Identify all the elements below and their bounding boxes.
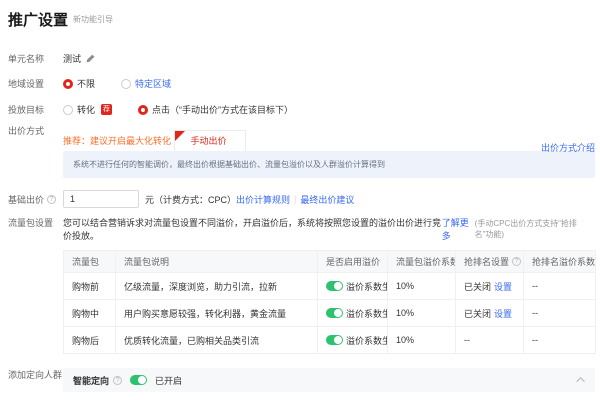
cell-coefficient: 10% — [388, 327, 456, 354]
cell-package-name: 购物前 — [64, 273, 116, 300]
rank-setting-link[interactable]: 设置 — [494, 280, 512, 293]
base-bid-label: 基础出价 — [8, 193, 44, 206]
final-bid-suggest-link[interactable]: 最终出价建议 — [300, 193, 354, 206]
smart-targeting-label: 智能定向 — [73, 374, 109, 387]
learn-more-link[interactable]: 了解更多 — [442, 216, 475, 242]
cell-package-name: 购物中 — [64, 300, 116, 327]
radio-label: 不限 — [77, 77, 95, 90]
edit-icon[interactable] — [86, 54, 95, 63]
info-icon[interactable]: ? — [113, 376, 122, 385]
smart-targeting-panel: 智能定向 ? 已开启 — [63, 368, 595, 392]
premium-toggle[interactable] — [326, 335, 343, 345]
smart-targeting-toggle[interactable] — [130, 375, 147, 385]
radio-label: 点击（“手动出价”方式在该目标下） — [152, 103, 293, 116]
header-rank-setting: 抢排名设置 — [464, 255, 509, 268]
header-description: 流量包说明 — [116, 251, 318, 273]
table-row: 购物后 优质转化流量，已购相关品类引流 溢价系数生效中 10% -- -- — [64, 327, 596, 354]
bid-unit-text: 元（计费方式：CPC） — [145, 193, 236, 206]
cell-coefficient: 10% — [388, 300, 456, 327]
bid-notice-text: 系统不进行任何的智能调价，最终出价根据基础出价、流量包溢价以及人群溢价计算得到 — [73, 160, 385, 169]
traffic-package-row: 流量包设置 您可以结合营销诉求对流量包设置不同溢价，开启溢价后，系统将按照您设置… — [8, 216, 595, 354]
cell-package-name: 购物后 — [64, 327, 116, 354]
region-option-specific[interactable]: 特定区域 — [121, 77, 171, 90]
radio-label: 转化 — [77, 103, 95, 116]
radio-unchecked-icon — [63, 105, 73, 115]
radio-checked-icon — [138, 105, 148, 115]
bid-method-label: 出价方式 — [8, 124, 63, 137]
cell-package-desc: 优质转化流量，已购相关品类引流 — [116, 327, 318, 354]
link-divider: | — [294, 194, 296, 204]
target-option-click[interactable]: 点击（“手动出价”方式在该目标下） — [138, 103, 293, 116]
premium-status-text: 溢价系数生效中 — [346, 334, 388, 347]
cell-package-desc: 亿级流量，深度浏览，助力引流，拉新 — [116, 273, 318, 300]
rank-setting-link[interactable]: 设置 — [494, 307, 512, 320]
manual-bid-tab[interactable]: 手动出价 — [174, 130, 246, 151]
region-label: 地域设置 — [8, 77, 63, 90]
unit-name-value: 测试 — [63, 52, 81, 65]
table-row: 购物前 亿级流量，深度浏览，助力引流，拉新 溢价系数生效中 10% 已关闭设置 … — [64, 273, 596, 300]
base-bid-input[interactable] — [63, 190, 139, 208]
unit-name-row: 单元名称 测试 — [8, 52, 595, 65]
target-label: 投放目标 — [8, 103, 63, 116]
page-title: 推广设置 — [8, 9, 68, 30]
smart-targeting-status: 已开启 — [155, 374, 182, 387]
rank-setting-status: -- — [464, 335, 470, 345]
selected-corner-flag-icon — [175, 131, 185, 141]
unit-name-label: 单元名称 — [8, 52, 63, 65]
audience-row: 添加定向人群 智能定向 ? 已开启 — [8, 368, 595, 392]
cell-coefficient: 10% — [388, 273, 456, 300]
info-icon[interactable]: ? — [47, 195, 56, 204]
header-premium-enabled: 是否启用溢价 — [318, 251, 388, 273]
info-icon[interactable]: ? — [512, 257, 521, 266]
bid-notice-banner: 系统不进行任何的智能调价，最终出价根据基础出价、流量包溢价以及人群溢价计算得到 — [63, 151, 595, 178]
manual-cpc-note: (手动CPC出价方式支持“抢排名”功能) — [475, 218, 595, 240]
premium-toggle[interactable] — [326, 281, 343, 291]
radio-label: 特定区域 — [135, 77, 171, 90]
premium-status-text: 溢价系数生效中 — [346, 307, 388, 320]
traffic-package-label: 流量包设置 — [8, 216, 63, 229]
manual-bid-tab-label: 手动出价 — [191, 136, 227, 146]
cell-rank-coefficient: -- — [524, 273, 596, 300]
radio-checked-icon — [63, 79, 73, 89]
header-coefficient: 流量包溢价系数 — [388, 251, 456, 273]
premium-status-text: 溢价系数生效中 — [346, 280, 388, 293]
cell-rank-coefficient: -- — [524, 300, 596, 327]
cell-rank-coefficient: -- — [524, 327, 596, 354]
cell-package-desc: 用户购买意愿较强，转化利器，黄金流量 — [116, 300, 318, 327]
premium-toggle[interactable] — [326, 308, 343, 318]
base-bid-row: 基础出价 ? 元（计费方式：CPC） 出价计算规则 | 最终出价建议 — [8, 190, 595, 208]
bid-method-row: 出价方式 推荐：建议开启最大化转化 出价方式介绍 手动出价 系统不进行任何的智能… — [8, 124, 595, 178]
bid-method-intro-link[interactable]: 出价方式介绍 — [541, 141, 595, 154]
bid-rule-link[interactable]: 出价计算规则 — [236, 193, 290, 206]
maximize-conversion-link[interactable]: 推荐：建议开启最大化转化 — [63, 136, 171, 146]
collapse-chevron-icon[interactable] — [576, 377, 584, 385]
radio-unchecked-icon — [121, 79, 131, 89]
table-header-row: 流量包 流量包说明 是否启用溢价 流量包溢价系数 抢排名设置? 抢排名溢价系数? — [64, 251, 596, 273]
recommend-badge: 荐 — [101, 104, 112, 115]
region-row: 地域设置 不限 特定区域 — [8, 77, 595, 90]
header-package: 流量包 — [64, 251, 116, 273]
new-feature-guide-link[interactable]: 新功能引导 — [73, 14, 113, 25]
table-row: 购物中 用户购买意愿较强，转化利器，黄金流量 溢价系数生效中 10% 已关闭设置… — [64, 300, 596, 327]
promotion-settings-page: 推广设置 新功能引导 单元名称 测试 地域设置 不限 特定区域 投放目标 — [0, 0, 600, 400]
traffic-package-description: 您可以结合营销诉求对流量包设置不同溢价，开启溢价后，系统将按照您设置的溢价出价进… — [63, 216, 442, 242]
region-option-unlimited[interactable]: 不限 — [63, 77, 95, 90]
target-row: 投放目标 转化 荐 点击（“手动出价”方式在该目标下） — [8, 103, 595, 116]
traffic-package-table: 流量包 流量包说明 是否启用溢价 流量包溢价系数 抢排名设置? 抢排名溢价系数?… — [63, 250, 596, 354]
audience-label: 添加定向人群 — [8, 368, 63, 381]
page-header: 推广设置 新功能引导 — [8, 10, 595, 28]
rank-setting-status: 已关闭 — [464, 307, 491, 320]
rank-setting-status: 已关闭 — [464, 280, 491, 293]
target-option-conversion[interactable]: 转化 荐 — [63, 103, 112, 116]
header-rank-coefficient: 抢排名溢价系数 — [532, 255, 595, 268]
